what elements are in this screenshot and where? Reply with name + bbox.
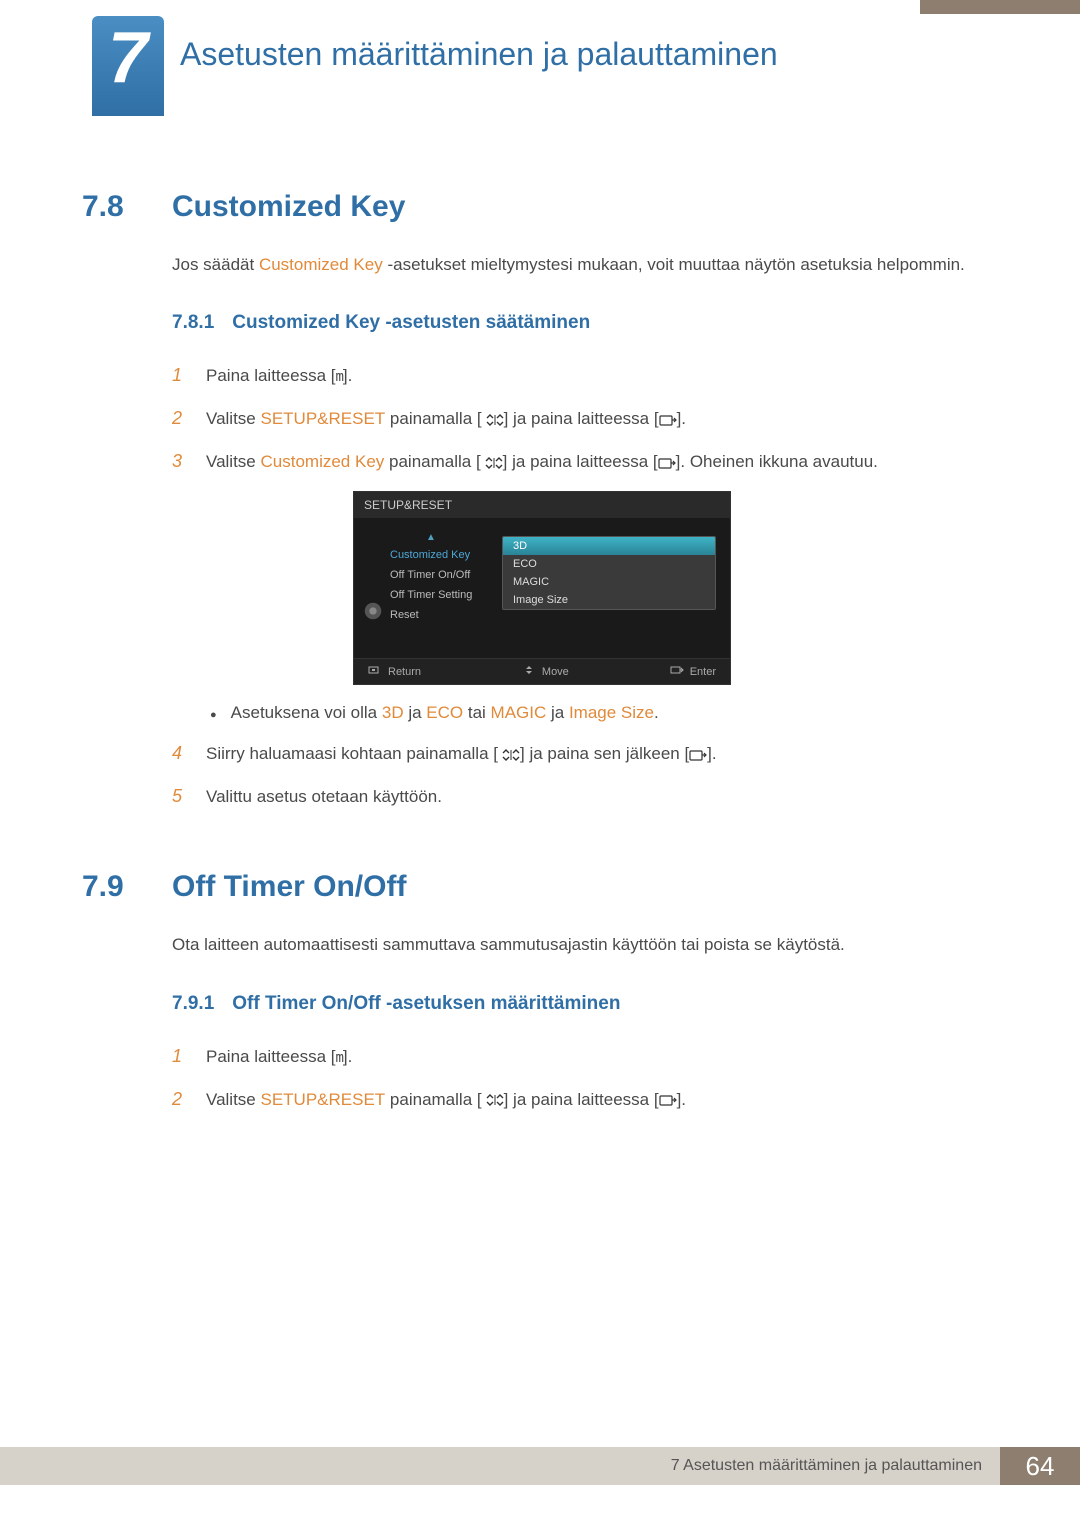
- enter-icon: [689, 744, 707, 763]
- osd-menu-item: Reset: [372, 605, 490, 625]
- chapter-number: 7: [108, 22, 148, 94]
- step-number: 3: [172, 448, 186, 475]
- section-7-9-header: 7.9 Off Timer On/Off: [82, 870, 1002, 904]
- subsection-number: 7.8.1: [172, 312, 214, 334]
- section-title: Off Timer On/Off: [172, 870, 406, 904]
- up-down-icon: [498, 744, 520, 763]
- osd-option: 3D: [503, 537, 715, 555]
- step-number: 2: [172, 405, 186, 432]
- osd-option: MAGIC: [503, 573, 715, 591]
- step-text: Valitse SETUP&RESET painamalla [] ja pai…: [206, 406, 686, 432]
- bullet-note: ● Asetuksena voi olla 3D ja ECO tai MAGI…: [210, 703, 1002, 726]
- osd-right-panel: 3D ECO MAGIC Image Size: [494, 518, 730, 658]
- enter-key-icon: [670, 665, 684, 678]
- osd-option: ECO: [503, 555, 715, 573]
- text: Jos säädät: [172, 255, 259, 274]
- osd-header: SETUP&RESET: [354, 492, 730, 518]
- return-icon: [368, 665, 382, 678]
- step-number: 1: [172, 1043, 186, 1070]
- step-number: 5: [172, 783, 186, 810]
- bullet-icon: ●: [210, 704, 217, 726]
- step-text: Valitse Customized Key painamalla [] ja …: [206, 449, 878, 475]
- step-number: 2: [172, 1086, 186, 1113]
- osd-body: ▲ Customized Key Off Timer On/Off Off Ti…: [354, 518, 730, 658]
- menu-icon: m: [335, 1050, 342, 1066]
- osd-footer: Return Move Enter: [354, 658, 730, 684]
- page-content: 7.8 Customized Key Jos säädät Customized…: [82, 190, 1002, 1129]
- step-2: 2 Valitse SETUP&RESET painamalla [] ja p…: [172, 1086, 1002, 1113]
- osd-return: Return: [368, 665, 421, 678]
- section-7-8-intro: Jos säädät Customized Key -asetukset mie…: [172, 252, 1002, 278]
- bullet-text: Asetuksena voi olla 3D ja ECO tai MAGIC …: [231, 703, 659, 723]
- page-footer: 7 Asetusten määrittäminen ja palauttamin…: [0, 1447, 1080, 1485]
- section-number: 7.8: [82, 190, 144, 224]
- osd-up-arrow-icon: ▲: [372, 532, 490, 543]
- step-number: 4: [172, 740, 186, 767]
- section-7-9-intro: Ota laitteen automaattisesti sammuttava …: [172, 932, 1002, 958]
- step-text: Siirry haluamaasi kohtaan painamalla [] …: [206, 741, 717, 767]
- up-down-icon: [482, 409, 504, 428]
- enter-icon: [659, 1090, 677, 1109]
- step-text: Valittu asetus otetaan käyttöön.: [206, 784, 442, 810]
- section-7-8-header: 7.8 Customized Key: [82, 190, 1002, 224]
- osd-screenshot: SETUP&RESET ▲ Customized Key Off Timer O…: [353, 491, 731, 685]
- osd-menu-item: Customized Key: [372, 545, 490, 565]
- chapter-title: Asetusten määrittäminen ja palauttaminen: [180, 36, 778, 73]
- enter-icon: [659, 409, 677, 428]
- subsection-7-9-1-header: 7.9.1 Off Timer On/Off -asetuksen määrit…: [172, 993, 1002, 1015]
- step-1: 1 Paina laitteessa [m].: [172, 362, 1002, 389]
- osd-option: Image Size: [503, 591, 715, 609]
- menu-icon: m: [335, 369, 342, 385]
- section-number: 7.9: [82, 870, 144, 904]
- highlight: SETUP&RESET: [261, 1090, 386, 1109]
- subsection-title: Off Timer On/Off -asetuksen määrittämine…: [232, 993, 620, 1015]
- step-2: 2 Valitse SETUP&RESET painamalla [] ja p…: [172, 405, 1002, 432]
- step-text: Paina laitteessa [m].: [206, 1044, 352, 1070]
- step-number: 1: [172, 362, 186, 389]
- move-icon: [522, 665, 536, 678]
- osd-left-panel: ▲ Customized Key Off Timer On/Off Off Ti…: [354, 518, 494, 658]
- text: -asetukset mieltymystesi mukaan, voit mu…: [383, 255, 965, 274]
- highlight: Customized Key: [261, 452, 385, 471]
- step-1: 1 Paina laitteessa [m].: [172, 1043, 1002, 1070]
- step-text: Paina laitteessa [m].: [206, 363, 352, 389]
- section-title: Customized Key: [172, 190, 405, 224]
- subsection-number: 7.9.1: [172, 993, 214, 1015]
- osd-move: Move: [522, 665, 569, 678]
- highlight: SETUP&RESET: [261, 409, 386, 428]
- step-3: 3 Valitse Customized Key painamalla [] j…: [172, 448, 1002, 475]
- footer-text: 7 Asetusten määrittäminen ja palauttamin…: [0, 1447, 1000, 1485]
- osd-enter: Enter: [670, 665, 716, 678]
- step-4: 4 Siirry haluamaasi kohtaan painamalla […: [172, 740, 1002, 767]
- top-stripe: [920, 0, 1080, 14]
- up-down-icon: [481, 452, 503, 471]
- subsection-7-8-1-header: 7.8.1 Customized Key -asetusten säätämin…: [172, 312, 1002, 334]
- step-text: Valitse SETUP&RESET painamalla [] ja pai…: [206, 1087, 686, 1113]
- highlight: Customized Key: [259, 255, 383, 274]
- page-number: 64: [1000, 1447, 1080, 1485]
- gear-icon: [362, 600, 384, 625]
- chapter-tab: 7: [92, 16, 164, 116]
- osd-menu-item: Off Timer On/Off: [372, 565, 490, 585]
- enter-icon: [658, 452, 676, 471]
- step-5: 5 Valittu asetus otetaan käyttöön.: [172, 783, 1002, 810]
- osd-menu-item: Off Timer Setting: [372, 585, 490, 605]
- subsection-title: Customized Key -asetusten säätäminen: [232, 312, 590, 334]
- up-down-icon: [482, 1090, 504, 1109]
- osd-option-box: 3D ECO MAGIC Image Size: [502, 536, 716, 610]
